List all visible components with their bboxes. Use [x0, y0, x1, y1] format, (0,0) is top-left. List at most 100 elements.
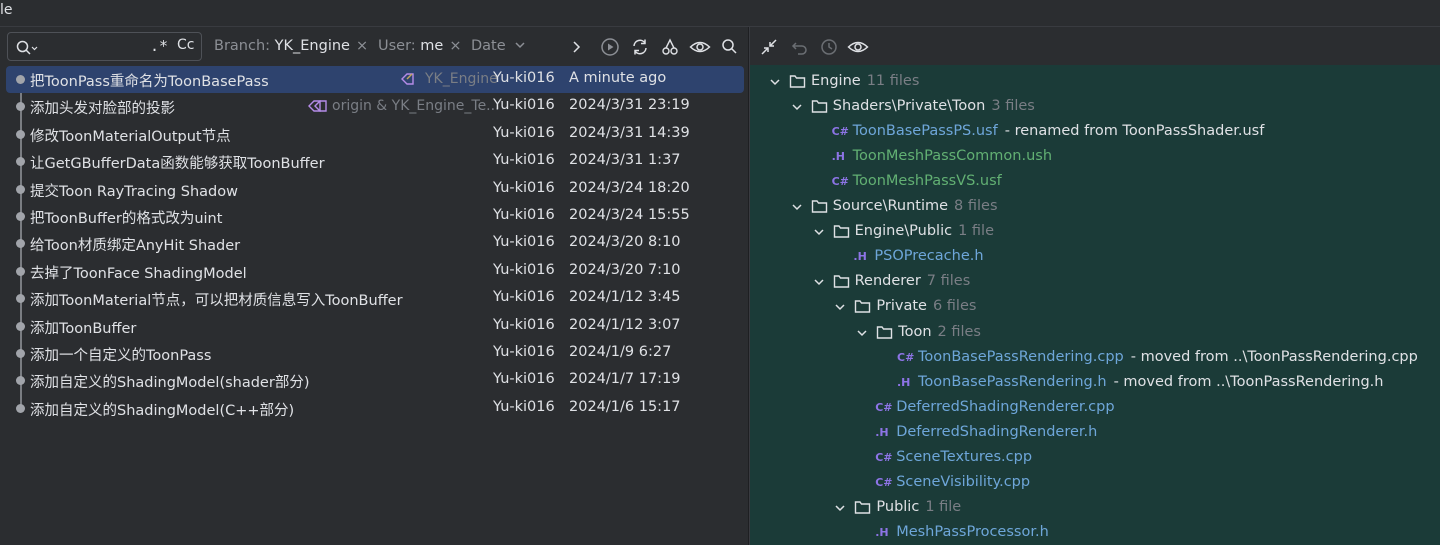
commit-author: Yu-ki016: [493, 289, 555, 306]
tree-folder[interactable]: Toon 2 files: [750, 321, 1440, 346]
commit-log-pane: .* Cc Branch: YK_Engine × User: me × Date: [0, 27, 748, 545]
commit-date: 2024/3/20 7:10: [569, 261, 681, 278]
chevron-down-icon[interactable]: [790, 200, 804, 218]
commit-row[interactable]: 给Toon材质绑定AnyHit Shader Yu-ki016 2024/3/20 …: [6, 230, 744, 257]
collapse-icon[interactable]: [759, 37, 779, 57]
refresh-icon[interactable]: [630, 37, 650, 57]
tree-file[interactable]: C# ToonBasePassPS.usf - renamed from ToonP…: [750, 120, 1440, 145]
eye-icon[interactable]: [847, 37, 869, 57]
tree-file[interactable]: C# DeferredShadingRenderer.cpp: [750, 396, 1440, 421]
tree-file[interactable]: C# ToonBasePassRendering.cpp - moved from …: [750, 346, 1440, 371]
commit-author: Yu-ki016: [493, 179, 555, 196]
commit-node: [16, 239, 25, 249]
tree-folder[interactable]: Engine 11 files: [750, 70, 1440, 95]
chevron-down-icon[interactable]: [768, 75, 782, 93]
revert-icon[interactable]: [790, 37, 810, 57]
branch-filter[interactable]: Branch: YK_Engine ×: [214, 38, 368, 54]
search-icon[interactable]: [16, 40, 38, 60]
commit-row[interactable]: 把ToonPass重命名为ToonBasePass YK_Engine Yu-ki0…: [6, 66, 744, 93]
tree-folder[interactable]: Private 6 files: [750, 295, 1440, 320]
play-icon[interactable]: [600, 37, 620, 57]
chevron-down-icon[interactable]: [790, 100, 804, 118]
branch-filter-clear[interactable]: ×: [356, 38, 368, 54]
file-name[interactable]: ToonBasePassRendering.h: [918, 374, 1107, 390]
file-name[interactable]: MeshPassProcessor.h: [896, 524, 1049, 540]
commit-node: [16, 157, 25, 167]
history-icon[interactable]: [819, 37, 839, 57]
tree-folder[interactable]: Source\Runtime 8 files: [750, 195, 1440, 220]
commit-row[interactable]: 添加ToonBuffer Yu-ki016 2024/1/12 3:07: [6, 313, 744, 340]
tag-icon: [308, 100, 327, 113]
folder-icon: [833, 224, 850, 243]
chevron-down-icon[interactable]: [812, 225, 826, 243]
regex-toggle[interactable]: .*: [150, 37, 168, 55]
file-name[interactable]: DeferredShadingRenderer.h: [896, 424, 1097, 440]
folder-icon: [789, 74, 806, 93]
search-input[interactable]: .* Cc: [7, 32, 202, 61]
folder-label: Toon 2 files: [898, 324, 981, 340]
eye-icon[interactable]: [689, 37, 711, 57]
file-name[interactable]: ToonMeshPassVS.usf: [853, 173, 1002, 189]
file-count: 7 files: [926, 273, 971, 290]
tree-folder[interactable]: Renderer 7 files: [750, 270, 1440, 295]
commit-row[interactable]: 添加自定义的ShadingModel(shader部分) Yu-ki016 2024…: [6, 367, 744, 394]
commit-row[interactable]: 添加头发对脸部的投影 origin & YK_Engine_Te... Yu-ki0…: [6, 93, 744, 120]
chevron-down-icon[interactable]: [812, 275, 826, 293]
tree-folder[interactable]: Public 1 file: [750, 496, 1440, 521]
file-label: MeshPassProcessor.h: [896, 524, 1049, 540]
header-file-icon: .H: [897, 375, 911, 389]
tree-file[interactable]: .H DeferredShadingRenderer.h: [750, 421, 1440, 446]
chevron-down-icon[interactable]: [855, 326, 869, 344]
commit-author: Yu-ki016: [493, 234, 555, 251]
commit-row[interactable]: 把ToonBuffer的格式改为uint Yu-ki016 2024/3/24 15…: [6, 203, 744, 230]
commit-message: 把ToonBuffer的格式改为uint: [30, 211, 223, 227]
chevron-down-icon[interactable]: [833, 300, 847, 318]
tree-file[interactable]: .H ToonMeshPassCommon.ush: [750, 145, 1440, 170]
file-name[interactable]: SceneVisibility.cpp: [896, 474, 1030, 490]
commit-node: [16, 184, 25, 194]
commit-date: A minute ago: [569, 70, 667, 86]
commit-ref-tag[interactable]: YK_Engine: [400, 71, 498, 87]
user-filter[interactable]: User: me ×: [378, 38, 462, 54]
chevron-right-icon[interactable]: [567, 37, 587, 57]
commit-message: 添加ToonBuffer: [30, 320, 137, 337]
commit-row[interactable]: 让GetGBufferData函数能够获取ToonBuffer Yu-ki016 2…: [6, 148, 744, 175]
user-filter-clear[interactable]: ×: [449, 38, 461, 54]
date-filter[interactable]: Date: [471, 38, 526, 54]
file-name[interactable]: ToonBasePassRendering.cpp: [918, 349, 1124, 365]
tree-file[interactable]: .H ToonBasePassRendering.h - moved from ..…: [750, 371, 1440, 396]
commit-date: 2024/3/31 14:39: [569, 124, 690, 141]
match-case-toggle[interactable]: Cc: [177, 37, 194, 53]
commit-ref-tag[interactable]: origin & YK_Engine_Te...: [307, 98, 500, 114]
cherry-pick-icon[interactable]: [660, 37, 680, 57]
commit-date: 2024/3/31 1:37: [569, 152, 681, 169]
tree-file[interactable]: .H MeshPassProcessor.h: [750, 521, 1440, 545]
commit-row[interactable]: 添加一个自定义的ToonPass Yu-ki016 2024/1/9 6:27: [6, 340, 744, 367]
commit-row[interactable]: 提交Toon RayTracing Shadow Yu-ki016 2024/3/2…: [6, 176, 744, 203]
tree-file[interactable]: .H PSOPrecache.h: [750, 245, 1440, 270]
header-file-icon: .H: [875, 525, 889, 539]
folder-icon: [854, 500, 871, 519]
tree-file[interactable]: C# SceneVisibility.cpp: [750, 471, 1440, 496]
chevron-down-icon[interactable]: [833, 501, 847, 519]
find-icon[interactable]: [720, 37, 740, 57]
commit-node: [16, 403, 25, 413]
commit-row[interactable]: 添加自定义的ShadingModel(C++部分) Yu-ki016 2024/1/…: [6, 395, 744, 422]
commit-author: Yu-ki016: [493, 261, 555, 278]
commit-message: 去掉了ToonFace ShadingModel: [30, 265, 247, 282]
file-name[interactable]: SceneTextures.cpp: [896, 449, 1032, 465]
commit-row[interactable]: 去掉了ToonFace ShadingModel Yu-ki016 2024/3/2…: [6, 258, 744, 285]
file-name[interactable]: ToonBasePassPS.usf: [853, 123, 998, 139]
file-name[interactable]: PSOPrecache.h: [874, 248, 983, 264]
commit-date: 2024/3/20 8:10: [569, 234, 681, 251]
header-file-icon: .H: [831, 150, 845, 164]
tree-folder[interactable]: Shaders\Private\Toon 3 files: [750, 95, 1440, 120]
commit-row[interactable]: 添加ToonMaterial节点，可以把材质信息写入ToonBuffer Yu-k…: [6, 285, 744, 312]
tree-file[interactable]: C# SceneTextures.cpp: [750, 446, 1440, 471]
commit-row[interactable]: 修改ToonMaterialOutput节点 Yu-ki016 2024/3/31 …: [6, 121, 744, 148]
tree-folder[interactable]: Engine\Public 1 file: [750, 220, 1440, 245]
file-name[interactable]: DeferredShadingRenderer.cpp: [896, 399, 1114, 415]
commit-author: Yu-ki016: [493, 371, 555, 388]
tree-file[interactable]: C# ToonMeshPassVS.usf: [750, 170, 1440, 195]
file-name[interactable]: ToonMeshPassCommon.ush: [853, 148, 1052, 164]
